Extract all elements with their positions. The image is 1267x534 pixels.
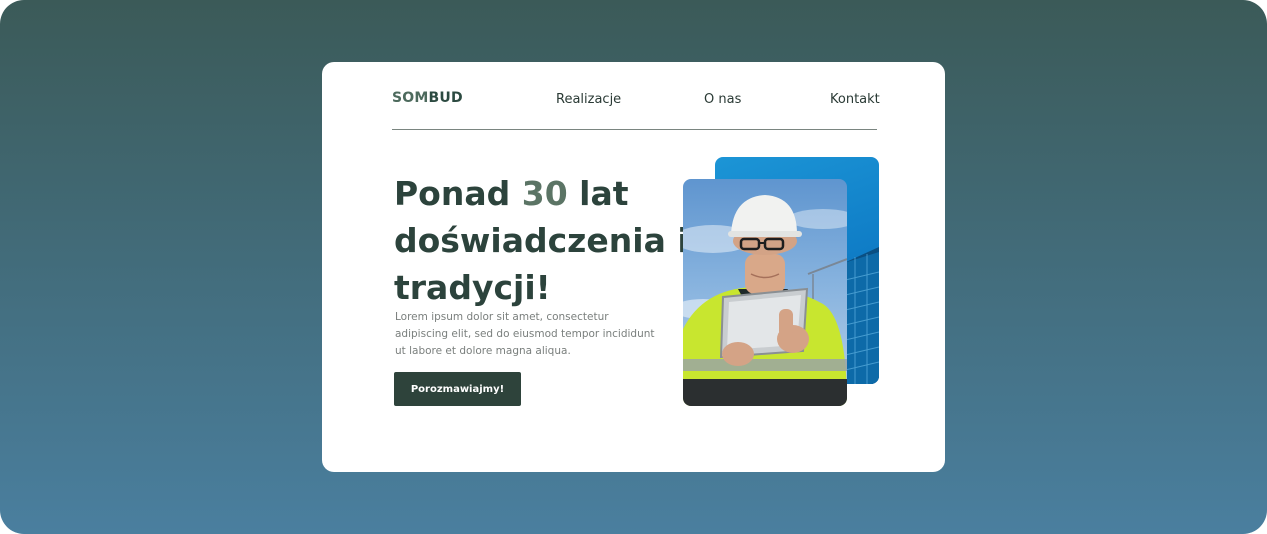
headline-accent-number: 30 [521,174,568,213]
logo[interactable]: SOMBUD [392,90,463,106]
logo-text-som: SOM [392,90,429,106]
contact-cta-button[interactable]: Porozmawiajmy! [394,372,521,406]
logo-text-bud: BUD [428,90,463,106]
engineer-with-tablet-image [683,195,847,406]
page-background: SOMBUD Realizacje O nas Kontakt Ponad 30… [0,0,1267,534]
hero-description: Lorem ipsum dolor sit amet, consectetur … [395,311,655,357]
website-card: SOMBUD Realizacje O nas Kontakt Ponad 30… [322,62,945,472]
nav-link-o-nas[interactable]: O nas [704,92,741,107]
nav-link-realizacje[interactable]: Realizacje [556,92,621,107]
top-navigation: SOMBUD Realizacje O nas Kontakt [392,90,880,110]
headline-text-start: Ponad [394,174,522,213]
nav-divider [392,129,877,130]
engineer-photo [683,179,847,406]
nav-link-kontakt[interactable]: Kontakt [830,92,880,107]
hero-headline: Ponad 30 lat doświadczenia i tradycji! [394,170,694,311]
